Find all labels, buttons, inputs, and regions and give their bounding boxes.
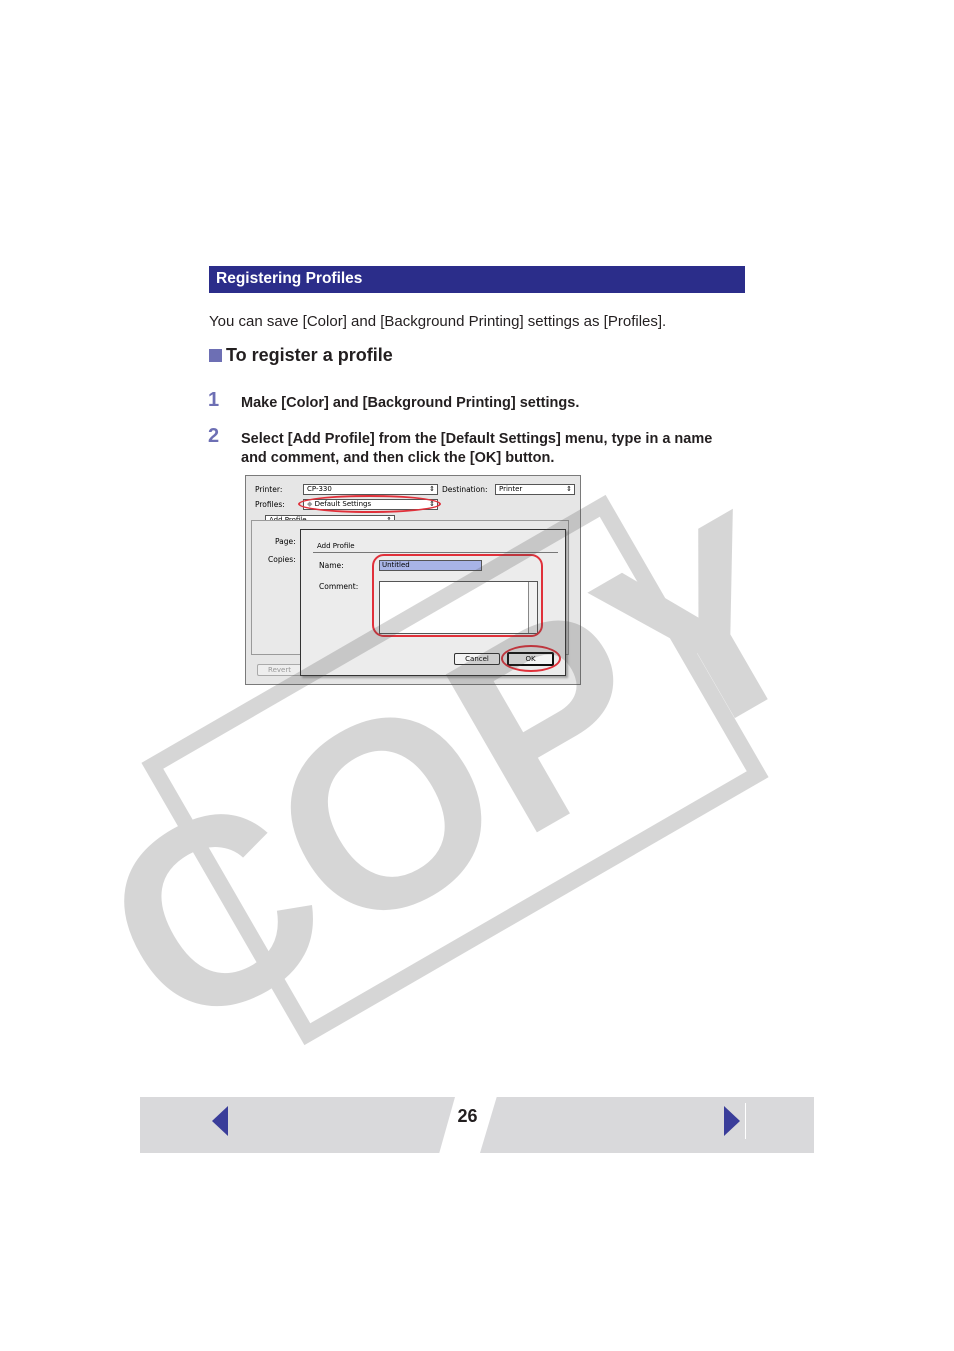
previous-page-arrow-icon[interactable] <box>212 1106 228 1136</box>
print-dialog-screenshot: Printer: CP-330 ⇕ Destination: Printer ⇕… <box>245 475 581 685</box>
divider <box>313 552 558 553</box>
updown-arrows-icon: ⇕ <box>429 485 435 493</box>
step-text: Select [Add Profile] from the [Default S… <box>241 431 713 466</box>
divider <box>745 1103 746 1139</box>
destination-popup[interactable]: Printer ⇕ <box>495 484 575 495</box>
highlight-profiles <box>298 495 441 513</box>
intro-text: You can save [Color] and [Background Pri… <box>209 313 667 330</box>
subheading-text: To register a profile <box>226 345 393 365</box>
destination-value: Printer <box>499 485 523 493</box>
printer-label: Printer: <box>255 485 283 494</box>
next-page-arrow-icon[interactable] <box>724 1106 740 1136</box>
nav-bar-right <box>480 1097 814 1153</box>
step-number: 2 <box>208 425 220 447</box>
step-number: 1 <box>208 389 220 411</box>
subheading: To register a profile <box>209 345 393 366</box>
square-bullet-icon <box>209 349 222 362</box>
destination-label: Destination: <box>442 485 488 494</box>
revert-button[interactable]: Revert <box>257 664 302 676</box>
printer-value: CP-330 <box>307 485 332 493</box>
comment-label: Comment: <box>319 582 359 591</box>
page-number: 26 <box>457 1106 478 1126</box>
printer-popup[interactable]: CP-330 ⇕ <box>303 484 438 495</box>
cancel-button[interactable]: Cancel <box>454 653 500 665</box>
highlight-name-comment <box>372 554 543 637</box>
section-title: Registering Profiles <box>216 270 363 287</box>
highlight-ok-button <box>501 645 561 672</box>
updown-arrows-icon: ⇕ <box>566 485 572 493</box>
section-header: Registering Profiles <box>209 266 745 293</box>
profiles-label: Profiles: <box>255 500 285 509</box>
nav-bar-left <box>140 1097 455 1153</box>
step-text: Make [Color] and [Background Printing] s… <box>241 395 580 411</box>
dialog-title: Add Profile <box>317 542 355 550</box>
name-label: Name: <box>319 561 344 570</box>
page-label: Page: <box>275 537 296 546</box>
copies-label: Copies: <box>268 555 296 564</box>
